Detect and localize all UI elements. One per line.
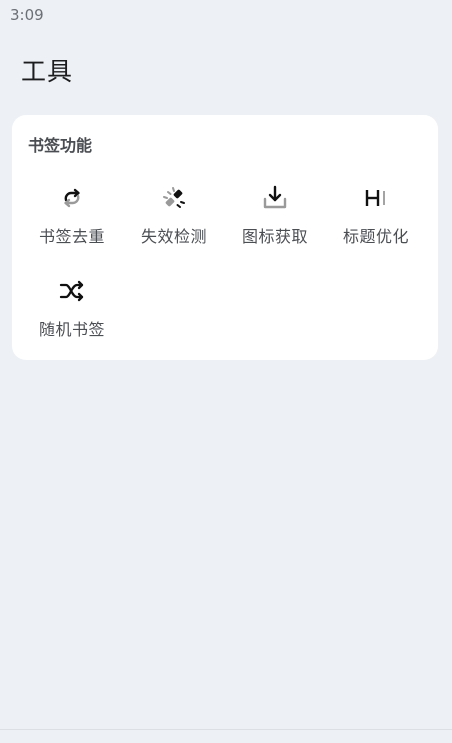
bookmark-tools-card: 书签功能 书签去重 失效检测 图标获取 标题优化 随机书签: [12, 115, 438, 360]
tool-label: 随机书签: [38, 320, 105, 339]
tool-icon-fetch-button[interactable]: 图标获取: [224, 180, 326, 260]
section-title: 书签功能: [28, 136, 93, 155]
page-title: 工具: [21, 57, 74, 86]
download-tray-icon: [260, 183, 290, 213]
tool-label: 标题优化: [342, 227, 409, 246]
broken-link-icon: [159, 183, 189, 213]
heading-icon: [361, 183, 391, 213]
tool-invalid-check-button[interactable]: 失效检测: [123, 180, 225, 260]
tool-random-bookmark-button[interactable]: 随机书签: [21, 273, 123, 353]
tool-dedupe-button[interactable]: 书签去重: [21, 180, 123, 260]
tool-title-optimize-button[interactable]: 标题优化: [325, 180, 427, 260]
bottom-divider: [0, 729, 452, 730]
tool-label: 图标获取: [241, 227, 308, 246]
shuffle-icon: [57, 276, 87, 306]
tool-label: 书签去重: [38, 227, 105, 246]
repeat-icon: [57, 183, 87, 213]
tool-label: 失效检测: [140, 227, 207, 246]
status-bar-time: 3:09: [10, 6, 44, 24]
